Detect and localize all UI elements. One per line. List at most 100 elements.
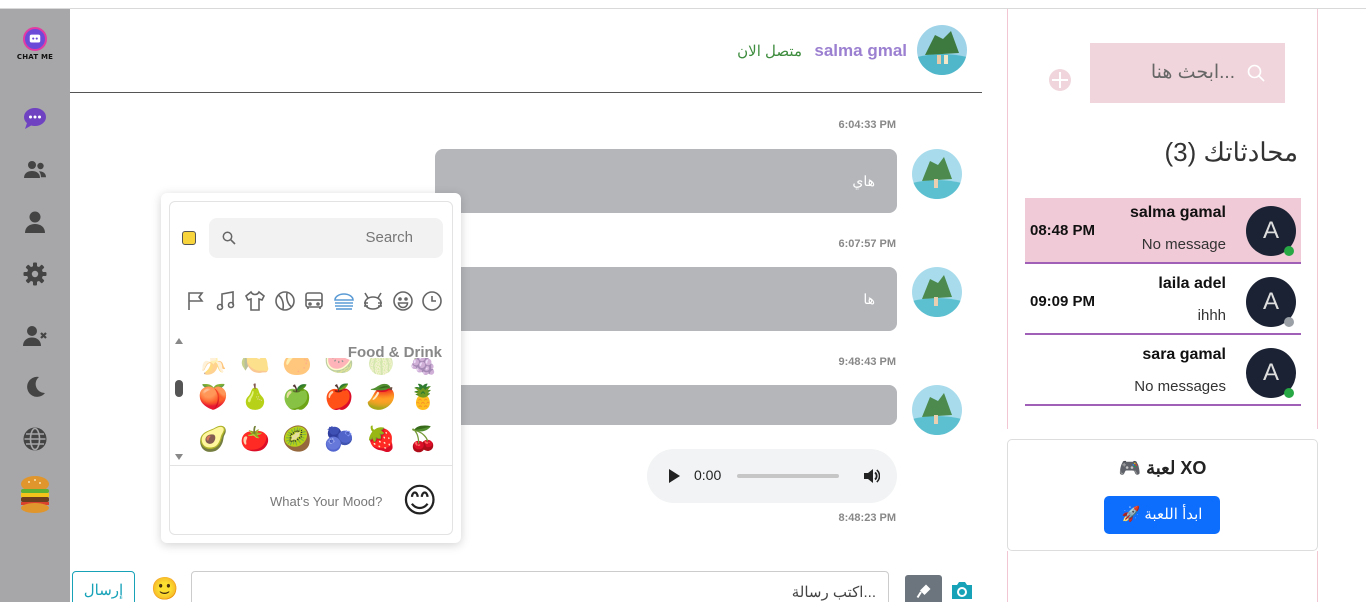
chat-header: salma gmal متصل الان	[70, 9, 982, 93]
emoji[interactable]: 🍌	[198, 358, 228, 377]
smileys-icon[interactable]	[391, 289, 415, 313]
chat-logo-icon	[23, 27, 47, 51]
users-icon[interactable]	[21, 156, 49, 184]
mood-emoji: 😊	[402, 481, 438, 521]
mood-text: What's Your Mood?	[270, 494, 383, 509]
emoji[interactable]: 🍈	[366, 358, 396, 377]
globe-icon[interactable]	[21, 425, 49, 453]
conversations-title: محادثاتك (3)	[1164, 137, 1298, 167]
food-icon[interactable]	[332, 289, 356, 313]
app-logo-text: CHAT ME	[16, 53, 54, 61]
moon-icon[interactable]	[21, 373, 49, 401]
message-bubble: ها	[435, 267, 897, 331]
message-timestamp: 9:48:43 PM	[838, 356, 896, 368]
camera-icon[interactable]	[949, 578, 975, 602]
emoji-row: 🍌 🍋 🍊 🍉 🍈 🍇	[198, 358, 448, 376]
volume-icon[interactable]	[862, 467, 881, 485]
audio-progress-bar[interactable]	[737, 474, 839, 478]
message-avatar	[912, 149, 962, 199]
contact-status: متصل الان	[737, 43, 802, 60]
emoji[interactable]: 🍓	[366, 424, 396, 454]
message-avatar	[912, 385, 962, 435]
microphone-button[interactable]	[905, 575, 942, 602]
animals-icon[interactable]	[361, 289, 385, 313]
chat-bubble-icon[interactable]	[21, 104, 49, 132]
message-timestamp: 8:48:23 PM	[838, 512, 896, 524]
message-avatar	[912, 267, 962, 317]
symbols-icon[interactable]	[214, 289, 238, 313]
emoji-toggle-icon[interactable]: 🙂	[151, 578, 178, 602]
message-bubble	[435, 385, 897, 425]
emoji-row: 🍑 🍐 🍏 🍎 🥭 🍍	[198, 376, 448, 418]
conversation-last-message: No messages	[1134, 378, 1226, 395]
emoji-search-placeholder: Search	[365, 229, 413, 246]
conversation-search-placeholder: ابحث هنا...	[1150, 62, 1235, 83]
conversation-last-message: No message	[1141, 236, 1226, 253]
conversation-name: salma gamal	[1129, 204, 1226, 221]
message-input[interactable]: اكتب رسالة...	[191, 571, 889, 602]
contact-avatar[interactable]	[917, 25, 967, 75]
message-input-placeholder: اكتب رسالة...	[791, 584, 876, 601]
emoji[interactable]: 🍑	[198, 382, 228, 412]
game-title: 🎮 لعبة XO	[1118, 458, 1207, 478]
conversation-item[interactable]: salma gamal No message 08:48 PM A	[1025, 198, 1301, 264]
conversation-name: laila adel	[1158, 275, 1226, 292]
emoji-picker-body: Search Food & Drink 🍌 🍋 🍊 🍉 🍈 🍇 🍑 🍐 🍏 🍎 …	[169, 201, 453, 535]
conversation-last-message: ihhh	[1197, 307, 1226, 324]
microphone-icon	[916, 584, 930, 599]
start-game-button[interactable]: 🚀 ابدأ اللعبة	[1104, 496, 1220, 534]
emoji[interactable]: 🍉	[324, 358, 354, 377]
travel-icon[interactable]	[302, 289, 326, 313]
conversation-search-input[interactable]: ابحث هنا...	[1090, 43, 1285, 103]
audio-time: 0:00	[694, 467, 722, 483]
conversation-item[interactable]: laila adel ihhh 09:09 PM A	[1025, 269, 1301, 335]
flags-icon[interactable]	[184, 289, 208, 313]
xo-game-card: 🎮 لعبة XO 🚀 ابدأ اللعبة	[1007, 439, 1318, 551]
offline-status-dot	[1284, 317, 1294, 327]
activities-icon[interactable]	[273, 289, 297, 313]
recent-icon[interactable]	[420, 289, 444, 313]
emoji-row: 🥑 🍅 🥝 🫐 🍓 🍒	[198, 418, 448, 458]
message-text: هاي	[852, 173, 875, 189]
scroll-down-arrow[interactable]	[175, 454, 183, 460]
emoji[interactable]: 🍋	[240, 358, 270, 377]
message-timestamp: 6:07:57 PM	[838, 238, 896, 250]
emoji[interactable]: 🍎	[324, 382, 354, 412]
emoji-search-input[interactable]: Search	[209, 218, 443, 258]
scroll-up-arrow[interactable]	[175, 338, 183, 344]
play-icon[interactable]	[669, 469, 680, 483]
add-icon[interactable]	[1049, 69, 1071, 91]
search-icon	[222, 231, 236, 245]
skin-tone-button[interactable]	[182, 231, 196, 245]
conversation-item[interactable]: sara gamal No messages A	[1025, 340, 1301, 406]
conversation-time: 09:09 PM	[1030, 293, 1096, 310]
message-text: ها	[863, 291, 875, 307]
emoji[interactable]: 🫐	[324, 424, 354, 454]
emoji[interactable]: 🍍	[408, 382, 438, 412]
burger-icon[interactable]	[18, 475, 52, 515]
panel-footer	[1007, 551, 1318, 602]
online-status-dot	[1284, 388, 1294, 398]
message-timestamp: 6:04:33 PM	[838, 119, 896, 131]
emoji[interactable]: 🍏	[282, 382, 312, 412]
conversation-name: sara gamal	[1142, 346, 1226, 363]
emoji[interactable]: 🥭	[366, 382, 396, 412]
gear-icon[interactable]	[21, 260, 49, 288]
app-logo[interactable]: CHAT ME	[16, 27, 54, 61]
emoji[interactable]: 🍐	[240, 382, 270, 412]
scrollbar-thumb[interactable]	[175, 380, 183, 397]
emoji[interactable]: 🍅	[240, 424, 270, 454]
emoji[interactable]: 🍇	[408, 358, 438, 377]
user-remove-icon[interactable]	[21, 322, 49, 350]
emoji-picker: Search Food & Drink 🍌 🍋 🍊 🍉 🍈 🍇 🍑 🍐 🍏 🍎 …	[161, 193, 461, 543]
user-icon[interactable]	[21, 208, 49, 236]
emoji[interactable]: 🍊	[282, 358, 312, 377]
conversations-panel: ابحث هنا... محادثاتك (3) salma gamal No …	[1007, 9, 1318, 429]
emoji[interactable]: 🥑	[198, 424, 228, 454]
message-bubble: هاي	[435, 149, 897, 213]
emoji-grid: 🍌 🍋 🍊 🍉 🍈 🍇 🍑 🍐 🍏 🍎 🥭 🍍 🥑 🍅 🥝 🫐 🍓 🍒	[198, 358, 448, 458]
send-button[interactable]: إرسال	[72, 571, 135, 602]
objects-icon[interactable]	[243, 289, 267, 313]
emoji[interactable]: 🍒	[408, 424, 438, 454]
emoji[interactable]: 🥝	[282, 424, 312, 454]
